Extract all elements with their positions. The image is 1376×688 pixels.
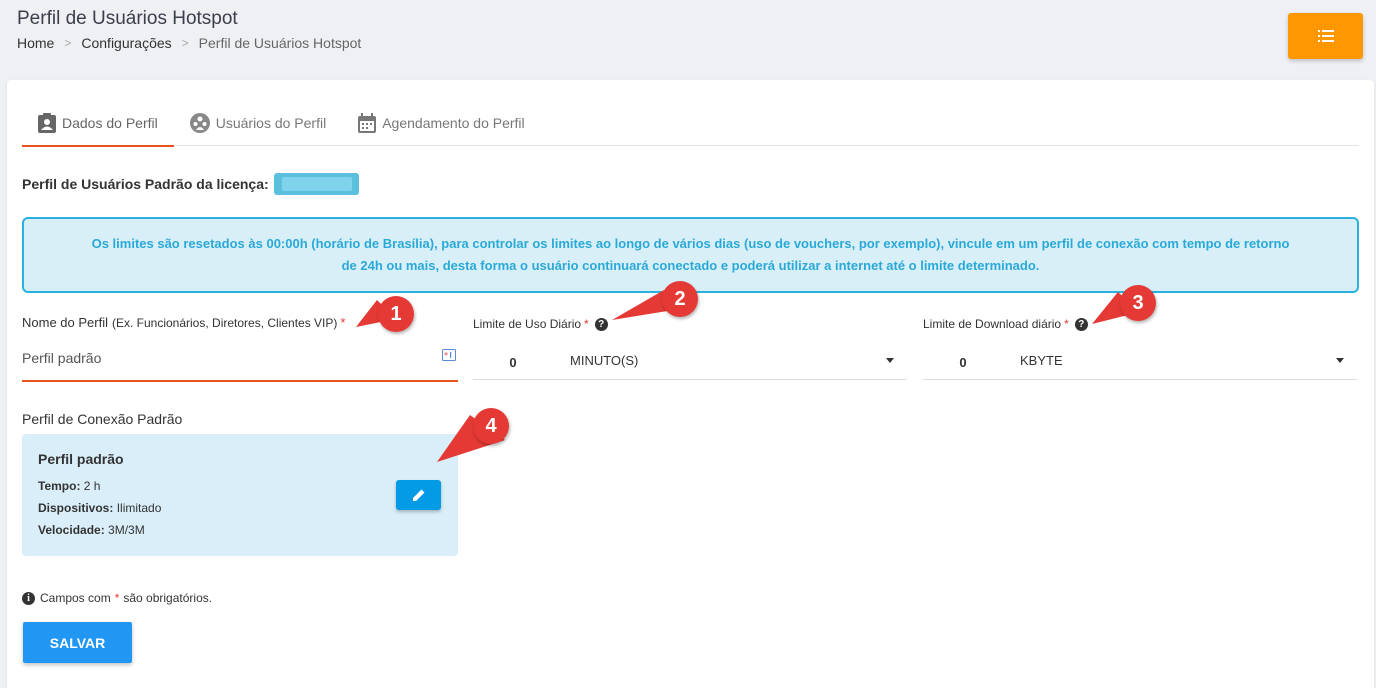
tab-label: Dados do Perfil [62, 114, 158, 131]
breadcrumb-separator: > [181, 36, 189, 50]
menu-button[interactable] [1288, 13, 1363, 59]
help-icon[interactable]: ? [594, 317, 608, 331]
daily-usage-field: 0 MINUTO(S) [473, 342, 907, 380]
help-icon[interactable]: ? [1074, 317, 1088, 331]
tab-usuarios-do-perfil[interactable]: Usuários do Perfil [174, 100, 343, 145]
page-title: Perfil de Usuários Hotspot [17, 8, 238, 29]
chevron-down-icon[interactable] [1336, 358, 1344, 363]
profile-card-icon [38, 112, 56, 133]
calendar-icon [358, 112, 377, 133]
daily-download-value[interactable]: 0 [923, 351, 1003, 370]
breadcrumb-separator: > [64, 36, 72, 50]
info-icon: i [22, 591, 35, 605]
daily-usage-unit-select[interactable]: MINUTO(S) [553, 353, 886, 368]
required-fields-note: i Campos com * são obrigatórios. [22, 591, 212, 605]
daily-download-unit-select[interactable]: KBYTE [1003, 353, 1336, 368]
profile-name-hint: (Ex. Funcionários, Diretores, Clientes V… [111, 315, 338, 330]
info-alert: Os limites são resetados às 00:00h (horá… [22, 217, 1359, 293]
daily-usage-value[interactable]: 0 [473, 351, 553, 370]
daily-usage-label: Limite de Uso Diário * ? [473, 317, 608, 331]
tab-label: Usuários do Perfil [215, 114, 327, 131]
tab-dados-do-perfil[interactable]: Dados do Perfil [22, 100, 174, 147]
profile-name-input[interactable] [22, 342, 422, 374]
breadcrumb: Home > Configurações > Perfil de Usuário… [17, 35, 361, 51]
tab-label: Agendamento do Perfil [382, 114, 525, 131]
main-card: Dados do Perfil Usuários do Perfil Agend… [7, 80, 1374, 688]
tab-agendamento-do-perfil[interactable]: Agendamento do Perfil [342, 100, 540, 145]
connection-time: Tempo: 2 h [38, 479, 101, 493]
svg-text:*: * [444, 351, 448, 360]
connection-profile-label: Perfil de Conexão Padrão [22, 411, 183, 427]
connection-devices: Dispositivos: Ilimitado [38, 501, 162, 515]
info-text-line1: Os limites são resetados às 00:00h (horá… [91, 236, 1290, 251]
breadcrumb-configuracoes[interactable]: Configurações [81, 35, 171, 51]
daily-download-field: 0 KBYTE [923, 342, 1357, 380]
daily-download-label: Limite de Download diário * ? [923, 317, 1088, 331]
input-badge-icon: * [442, 349, 456, 361]
edit-connection-button[interactable] [396, 480, 441, 510]
connection-profile-card: Perfil padrão Tempo: 2 h Dispositivos: I… [22, 434, 458, 556]
tabs: Dados do Perfil Usuários do Perfil Agend… [22, 100, 1359, 147]
required-star: * [1064, 317, 1069, 331]
connection-speed: Velocidade: 3M/3M [38, 523, 145, 537]
pencil-icon [412, 489, 424, 501]
license-label: Perfil de Usuários Padrão da licença: [22, 176, 269, 192]
users-group-icon [189, 112, 210, 133]
license-badge [273, 173, 359, 195]
breadcrumb-home[interactable]: Home [17, 35, 54, 51]
save-button[interactable]: SALVAR [23, 622, 132, 663]
license-profile: Perfil de Usuários Padrão da licença: [22, 173, 359, 195]
connection-profile-title: Perfil padrão [38, 451, 124, 467]
required-star: * [584, 317, 589, 331]
list-icon [1317, 30, 1334, 42]
info-text-line2: de 24h ou mais, desta forma o usuário co… [341, 258, 1040, 273]
profile-name-label: Nome do Perfil (Ex. Funcionários, Direto… [22, 315, 346, 330]
chevron-down-icon[interactable] [886, 358, 894, 363]
profile-name-field: * [22, 342, 458, 382]
required-star: * [340, 315, 346, 330]
breadcrumb-current: Perfil de Usuários Hotspot [198, 35, 362, 51]
